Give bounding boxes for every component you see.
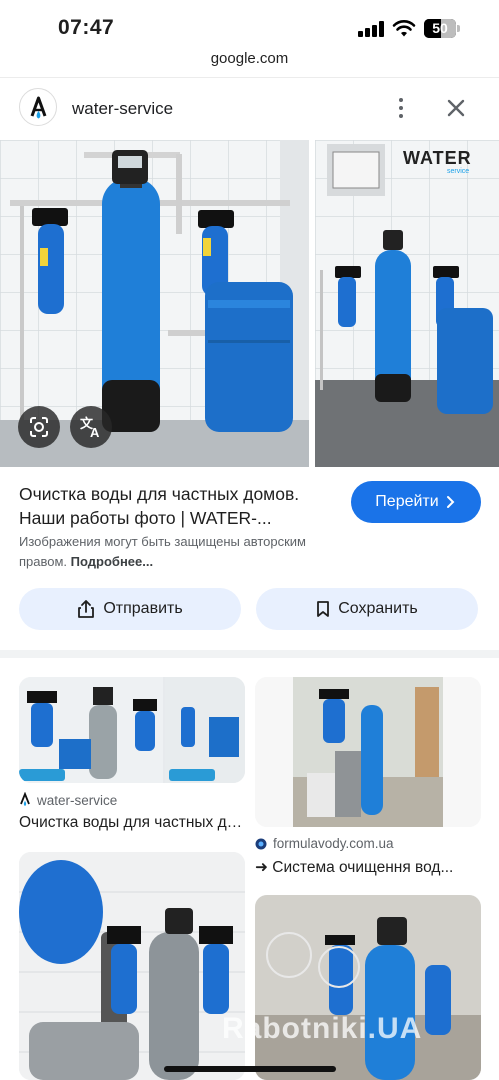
bookmark-icon — [317, 601, 330, 617]
watermark: Rabotniki.UA — [222, 1012, 423, 1045]
battery-level: 50 — [432, 20, 448, 36]
chevron-right-icon — [446, 496, 455, 508]
translate-icon[interactable]: 文 A — [70, 406, 112, 448]
share-label: Отправить — [103, 600, 183, 617]
save-button[interactable]: Сохранить — [256, 588, 478, 630]
signal-icon — [358, 21, 384, 37]
status-bar: 07:47 50 — [0, 0, 499, 50]
section-divider — [0, 650, 499, 658]
battery-icon: 50 — [424, 19, 460, 38]
status-time: 07:47 — [58, 16, 115, 39]
result-title[interactable]: Очистка воды для частных домов. Наши раб… — [19, 482, 339, 530]
home-indicator[interactable] — [164, 1066, 336, 1072]
formulavody-logo-icon — [255, 838, 267, 849]
brand-sub: service — [447, 168, 469, 175]
related-image-4[interactable] — [255, 895, 481, 1080]
related-image-3[interactable] — [19, 852, 245, 1080]
related-title-1[interactable]: Очистка воды для частных домов... — [19, 814, 245, 832]
site-logo[interactable] — [19, 88, 57, 126]
site-name[interactable]: water-service — [72, 99, 173, 119]
wifi-icon — [392, 20, 416, 37]
save-label: Сохранить — [338, 600, 418, 617]
related-source-2: formulavody.com.ua — [255, 836, 394, 851]
related-title-2[interactable]: ➜ Система очищення вод... — [255, 858, 481, 877]
water-service-logo-icon — [20, 792, 30, 806]
related-image-1[interactable] — [19, 677, 245, 783]
site-header: water-service — [0, 79, 499, 137]
related-source-1: water-service — [19, 792, 117, 808]
water-service-logo-icon — [30, 96, 47, 119]
share-icon — [78, 600, 95, 618]
svg-text:A: A — [90, 425, 100, 440]
brand-text: WATER — [403, 148, 472, 168]
water-filter-photo-2: WATER service — [315, 140, 499, 467]
close-icon[interactable] — [440, 92, 472, 124]
share-button[interactable]: Отправить — [19, 588, 241, 630]
url-bar[interactable]: google.com — [0, 50, 499, 78]
visit-button[interactable]: Перейти — [351, 481, 481, 523]
more-vert-icon[interactable] — [388, 93, 414, 123]
side-image[interactable]: WATER service — [315, 140, 499, 467]
copyright-text: Изображения могут быть защищены авторски… — [19, 534, 306, 569]
copyright-more-link[interactable]: Подробнее... — [71, 554, 153, 569]
related-source-label: water-service — [37, 792, 118, 808]
related-image-2[interactable] — [255, 677, 481, 827]
lens-icon[interactable] — [18, 406, 60, 448]
related-source-label: formulavody.com.ua — [273, 836, 394, 851]
visit-label: Перейти — [375, 493, 439, 510]
copyright-notice: Изображения могут быть защищены авторски… — [19, 532, 349, 572]
url-domain: google.com — [210, 50, 289, 67]
